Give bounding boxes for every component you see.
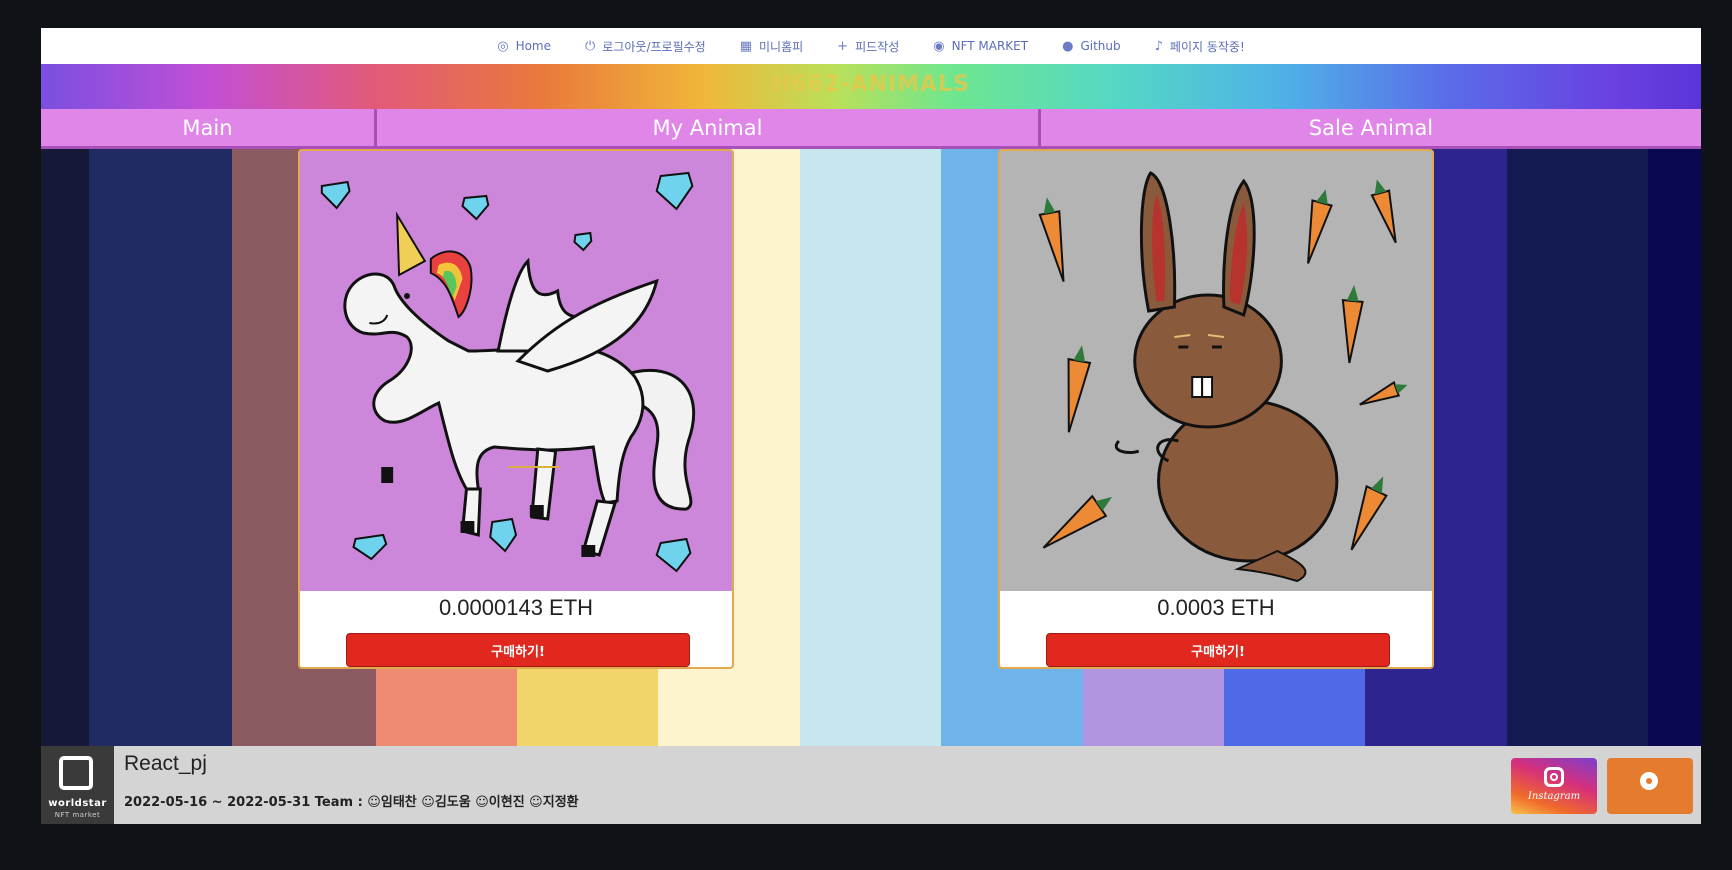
top-nav: ◎ Home ⏻ 로그아웃/프로필수정 ▦ 미니홈피 + 피드작성 ◉ NFT MARKE… [41, 28, 1701, 64]
stripe [799, 149, 942, 746]
instagram-icon [1544, 767, 1564, 787]
music-note-icon: ♪ [1154, 38, 1163, 54]
nav-home[interactable]: ◎ Home [497, 39, 551, 54]
logout-icon: ⏻ [585, 38, 596, 54]
nav-label: 미니홈피 [759, 39, 804, 54]
tab-bar: Main My Animal Sale Animal [41, 109, 1701, 149]
nav-label: 페이지 동작중! [1169, 39, 1245, 54]
rainbow-banner: H662-ANIMALS [41, 64, 1701, 109]
nav-github[interactable]: ● Github [1062, 39, 1121, 54]
tab-main[interactable]: Main [41, 109, 374, 149]
stripe [41, 149, 89, 746]
nav-nft-market[interactable]: ◉ NFT MARKET [933, 39, 1028, 54]
banner-title: H662-ANIMALS [772, 72, 970, 97]
nav-music-status[interactable]: ♪ 페이지 동작중! [1155, 38, 1245, 55]
nav-logout-profile[interactable]: ⏻ 로그아웃/프로필수정 [585, 38, 706, 55]
worldstar-logo[interactable]: worldstar NFT market [41, 746, 114, 824]
nav-label: NFT MARKET [951, 39, 1029, 53]
buy-button[interactable]: 구매하기! [346, 633, 690, 667]
nav-label: 피드작성 [855, 39, 900, 54]
instagram-label: Instagram [1527, 791, 1581, 802]
coin-icon: ◉ [933, 38, 945, 54]
project-info: 2022-05-16 ~ 2022-05-31 Team : ☺임태찬 ☺김도움… [124, 795, 579, 810]
nav-label: Github [1080, 39, 1121, 53]
tab-sale-animal[interactable]: Sale Animal [1038, 109, 1701, 149]
buy-button[interactable]: 구매하기! [1046, 633, 1390, 667]
footer: worldstar NFT market React_pj 2022-05-16… [41, 746, 1701, 824]
price-label: 0.0003 ETH [1157, 595, 1275, 620]
nav-label: 로그아웃/프로필수정 [602, 39, 706, 54]
home-icon: ◎ [497, 38, 509, 54]
logo-square-icon [59, 756, 93, 790]
calendar-icon: ▦ [739, 38, 752, 54]
stripe [1506, 149, 1649, 746]
nft-card-unicorn: 0.0000143 ETH 구매하기! [298, 149, 734, 669]
nav-minihome[interactable]: ▦ 미니홈피 [740, 38, 803, 55]
instagram-button[interactable]: Instagram [1511, 758, 1597, 814]
unicorn-artwork [300, 151, 732, 591]
stripe [88, 149, 233, 746]
nav-label: Home [515, 39, 551, 53]
logo-subtext: NFT market [54, 811, 101, 819]
background-stripes [41, 149, 1701, 746]
tab-my-animal[interactable]: My Animal [374, 109, 1038, 149]
stripe [1648, 149, 1701, 746]
circle-logo-icon [1640, 772, 1658, 790]
social-link-button[interactable] [1607, 758, 1693, 814]
nft-card-rabbit: 0.0003 ETH 구매하기! [998, 149, 1434, 669]
app-frame: ◎ Home ⏻ 로그아웃/프로필수정 ▦ 미니홈피 + 피드작성 ◉ NFT MARKE… [41, 28, 1701, 824]
nav-write-feed[interactable]: + 피드작성 [837, 38, 899, 55]
logo-text: worldstar [48, 798, 107, 809]
github-icon: ● [1062, 38, 1074, 54]
plus-icon: + [837, 38, 849, 54]
rabbit-artwork [1000, 151, 1432, 591]
project-name: React_pj [124, 752, 207, 775]
price-label: 0.0000143 ETH [438, 595, 594, 620]
